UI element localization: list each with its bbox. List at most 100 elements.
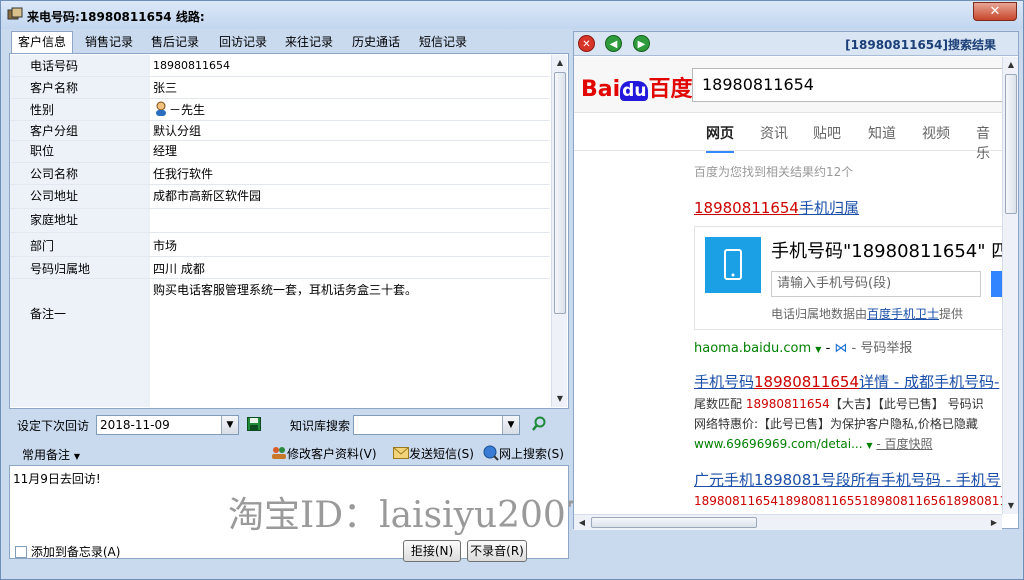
tab-customer-info[interactable]: 客户信息: [11, 31, 74, 54]
scroll-right-icon[interactable]: ▶: [986, 515, 1002, 531]
card-source: 电话归属地数据由百度手机卫士提供: [771, 305, 963, 322]
result-3-line-1: 1898081165418980811655189808116561898081…: [694, 494, 1002, 508]
memo-checkbox[interactable]: [15, 546, 27, 558]
common-notes-dropdown[interactable]: 常用备注 ▼: [22, 446, 80, 463]
web-search-button[interactable]: 网上搜索(S): [483, 445, 564, 462]
value-name[interactable]: 张三: [151, 77, 550, 98]
value-department[interactable]: 市场: [151, 233, 550, 256]
edit-customer-button[interactable]: 修改客户资料(V): [271, 445, 377, 462]
logo-du: du: [620, 81, 649, 101]
tab-after-sales[interactable]: 售后记录: [145, 32, 205, 53]
label-location: 号码归属地: [10, 257, 150, 278]
value-group[interactable]: 默认分组: [151, 121, 550, 140]
caret-down-icon[interactable]: ▼: [866, 441, 872, 450]
browser-vscroll[interactable]: ▲ ▼: [1002, 57, 1018, 514]
result-2-snapshot[interactable]: - 百度快照: [876, 437, 932, 451]
scroll-left-icon[interactable]: ◀: [574, 515, 590, 531]
result-2-url-text[interactable]: www.69696969.com/detai...: [694, 437, 863, 451]
scroll-down-icon[interactable]: ▼: [552, 391, 568, 407]
tab-video[interactable]: 视频: [922, 123, 950, 143]
tab-web[interactable]: 网页: [706, 123, 734, 153]
tab-news[interactable]: 资讯: [760, 123, 788, 143]
chevron-down-icon[interactable]: ▼: [221, 416, 238, 434]
kb-search-input[interactable]: ▼: [353, 415, 520, 435]
send-sms-label: 发送短信(S): [409, 447, 474, 461]
tab-sms[interactable]: 短信记录: [413, 32, 473, 53]
result-1-url-text[interactable]: haoma.baidu.com: [694, 341, 811, 356]
card-source-link[interactable]: 百度手机卫士: [867, 307, 939, 321]
tab-contacts[interactable]: 来往记录: [279, 32, 339, 53]
users-icon: [271, 446, 287, 460]
result-2-line-2: 网络特惠价:【此号已售】为保护客户隐私,价格已隐藏: [694, 417, 978, 431]
row-home-address: 家庭地址: [10, 209, 550, 233]
browser-navbar: ✕ ◀ ▶ [18980811654]搜索结果: [574, 32, 1018, 56]
baidu-search-input[interactable]: 18980811654: [692, 68, 1002, 102]
tab-zhidao[interactable]: 知道: [868, 123, 896, 143]
result-1-url: haoma.baidu.com ▼ - ⋈ - 号码举报: [694, 337, 912, 356]
row-gender: 性别 －先生: [10, 99, 550, 121]
label-remark: 备注一: [10, 279, 150, 407]
label-department: 部门: [10, 233, 150, 256]
tab-return-visit[interactable]: 回访记录: [213, 32, 273, 53]
memo-checkbox-group[interactable]: 添加到备忘录(A): [15, 543, 120, 560]
hscroll-thumb[interactable]: [591, 517, 757, 528]
person-icon: [153, 101, 169, 117]
close-circle-icon[interactable]: ✕: [578, 35, 595, 52]
scroll-up-icon[interactable]: ▲: [552, 55, 568, 71]
label-name: 客户名称: [10, 77, 150, 98]
scroll-thumb[interactable]: [554, 72, 566, 314]
card-search-button[interactable]: [991, 271, 1002, 297]
value-remark[interactable]: 购买电话客服管理系统一套，耳机话务盒三十套。: [151, 279, 550, 407]
edit-customer-label: 修改客户资料(V): [287, 447, 377, 461]
customer-info-panel: 电话号码 18980811654 客户名称 张三 性别 －先生 客户分组 默认分…: [9, 53, 569, 409]
close-button[interactable]: ✕: [973, 2, 1017, 21]
row-company: 公司名称 任我行软件: [10, 163, 550, 185]
row-group: 客户分组 默认分组: [10, 121, 550, 141]
send-sms-button[interactable]: 发送短信(S): [393, 445, 474, 462]
info-scrollbar[interactable]: ▲ ▼: [551, 55, 567, 407]
card-input[interactable]: 请输入手机号码(段): [771, 271, 981, 297]
left-pane: 客户信息 销售记录 售后记录 回访记录 来往记录 历史通话 短信记录 电话号码 …: [9, 31, 589, 559]
scroll-down-icon[interactable]: ▼: [1003, 498, 1019, 514]
value-company[interactable]: 任我行软件: [151, 163, 550, 184]
result-2-pre: 手机号码: [694, 373, 755, 391]
label-position: 职位: [10, 141, 150, 162]
search-icon[interactable]: [531, 416, 547, 435]
forward-arrow-icon[interactable]: ▶: [633, 35, 650, 52]
recall-bar: 设定下次回访 2018-11-09 ▼ 知识库搜索 ▼: [9, 412, 569, 440]
result-1-title[interactable]: 18980811654手机归属: [694, 197, 859, 218]
result-2-l1-num: 18980811654: [745, 397, 830, 411]
result-2-num: 18980811654: [754, 373, 859, 391]
save-icon[interactable]: [247, 417, 261, 434]
tab-music[interactable]: 音乐: [976, 123, 1002, 163]
tab-tieba[interactable]: 贴吧: [813, 123, 841, 143]
browser-hscroll[interactable]: ◀ ▶: [574, 514, 1002, 530]
scroll-up-icon[interactable]: ▲: [1003, 57, 1019, 73]
chevron-down-icon[interactable]: ▼: [502, 416, 519, 434]
no-record-button[interactable]: 不录音(R): [467, 540, 527, 562]
browser-title: [18980811654]搜索结果: [845, 38, 996, 52]
tab-sales[interactable]: 销售记录: [79, 32, 139, 53]
label-gender: 性别: [10, 99, 150, 120]
scroll-thumb[interactable]: [1005, 74, 1017, 214]
notes-toolbar: 常用备注 ▼ 修改客户资料(V) 发送短信(S) 网上搜索(S): [9, 442, 569, 464]
result-3-title[interactable]: 广元手机1898081号段所有手机号码 - 手机号: [694, 469, 1001, 490]
value-gender[interactable]: －先生: [151, 99, 550, 120]
recall-date-picker[interactable]: 2018-11-09 ▼: [96, 415, 239, 435]
value-home-address[interactable]: [151, 209, 550, 232]
row-company-address: 公司地址 成都市高新区软件园: [10, 185, 550, 209]
result-1-report[interactable]: - 号码举报: [852, 341, 913, 356]
watermark-text: 淘宝ID：laisiyu2007: [228, 495, 589, 536]
value-company-address[interactable]: 成都市高新区软件园: [151, 185, 550, 208]
tab-call-history[interactable]: 历史通话: [346, 32, 406, 53]
value-position[interactable]: 经理: [151, 141, 550, 162]
value-location[interactable]: 四川 成都: [151, 257, 550, 278]
search-results-page: Bai du百度 18980811654 网页 资讯 贴吧 知道 视频 音乐 百度…: [574, 57, 1002, 514]
back-arrow-icon[interactable]: ◀: [605, 35, 622, 52]
baidu-header: Bai du百度 18980811654: [574, 57, 1002, 113]
reject-button[interactable]: 拒接(N): [403, 540, 461, 562]
label-phone: 电话号码: [10, 55, 150, 76]
web-search-label: 网上搜索(S): [499, 447, 564, 461]
value-phone[interactable]: 18980811654: [151, 55, 550, 76]
result-2-title[interactable]: 手机号码18980811654详情 - 成都手机号码-: [694, 371, 999, 392]
